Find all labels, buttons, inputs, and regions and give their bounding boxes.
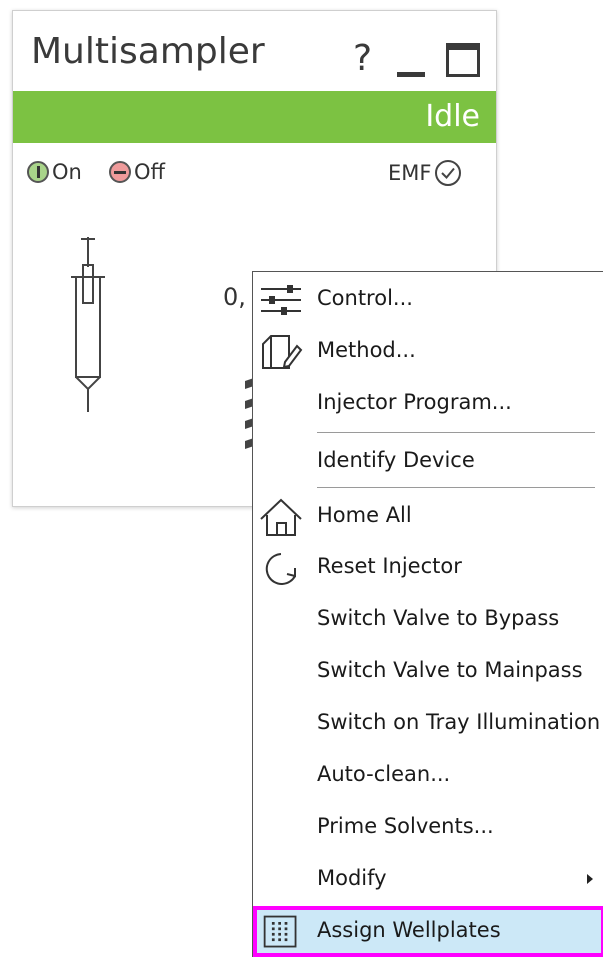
method-edit-icon [262,335,303,369]
sliders-icon [261,285,301,315]
menu-label: Switch Valve to Bypass [317,606,560,630]
menu-label: Switch on Tray Illumination [317,710,601,734]
menu-label: Control... [317,286,413,310]
menu-item-assign-wellplates[interactable]: Assign Wellplates [253,906,603,957]
panel-title: Multisampler [31,31,265,72]
menu-item-switch-valve-mainpass[interactable]: Switch Valve to Mainpass [253,646,603,697]
wellplate-grid-icon [263,915,297,948]
menu-item-method[interactable]: Method... [253,326,603,377]
menu-item-home-all[interactable]: Home All [253,491,603,542]
menu-item-auto-clean[interactable]: Auto-clean... [253,750,603,801]
menu-label: Home All [317,503,412,527]
minimize-button[interactable] [397,53,429,77]
home-icon [260,498,302,536]
reset-icon [265,553,296,585]
help-button[interactable]: ? [353,41,372,77]
on-label: On [52,160,82,184]
menu-label: Reset Injector [317,554,462,578]
check-circle-icon [435,160,462,186]
maximize-button[interactable] [446,43,480,77]
menu-label: Identify Device [317,448,475,472]
menu-item-injector-program[interactable]: Injector Program... [253,378,603,429]
menu-label: Switch Valve to Mainpass [317,658,583,682]
power-on-icon [27,161,49,183]
menu-label: Prime Solvents... [317,814,494,838]
value-readout: 0, [223,283,246,311]
stage: Multisampler ? Idle On Off EMF 0, Contro… [0,0,603,957]
menu-label: Auto-clean... [317,762,451,786]
power-off-icon [109,161,131,183]
menu-item-reset-injector[interactable]: Reset Injector [253,542,603,593]
on-button[interactable]: On [27,159,82,185]
menu-separator [317,432,595,433]
context-menu: Control... Method... Injector Program...… [252,271,603,957]
off-label: Off [134,160,165,184]
menu-item-identify-device[interactable]: Identify Device [253,436,603,487]
syringe-icon [71,237,105,412]
emf-indicator[interactable]: EMF [388,159,462,187]
status-text: Idle [425,99,480,134]
menu-label: Modify [317,866,387,890]
menu-item-prime-solvents[interactable]: Prime Solvents... [253,802,603,853]
menu-label: Method... [317,338,416,362]
status-bar: Idle [13,91,496,143]
menu-item-tray-illumination[interactable]: Switch on Tray Illumination [253,698,603,749]
menu-item-control[interactable]: Control... [253,274,603,325]
menu-item-modify[interactable]: Modify [253,854,603,905]
off-button[interactable]: Off [109,159,165,185]
menu-label: Assign Wellplates [317,918,501,942]
emf-label: EMF [388,161,432,185]
submenu-arrow-icon [587,874,593,884]
menu-label: Injector Program... [317,390,512,414]
menu-separator [317,487,595,488]
menu-item-switch-valve-bypass[interactable]: Switch Valve to Bypass [253,594,603,645]
